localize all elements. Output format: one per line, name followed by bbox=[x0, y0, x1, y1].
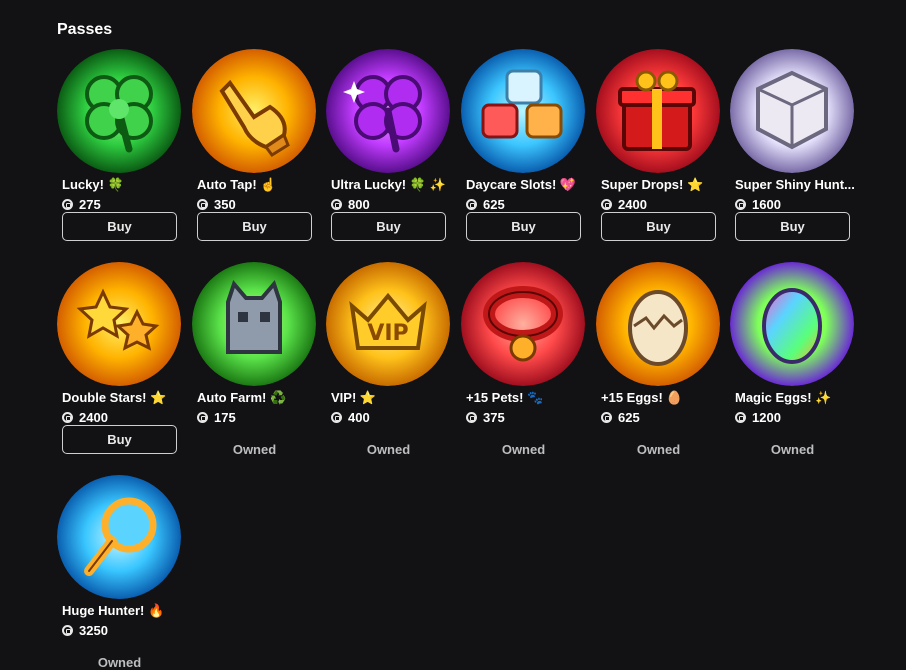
price-row: 400 bbox=[331, 409, 370, 425]
blocks-icon[interactable] bbox=[461, 49, 585, 173]
pass-name: Magic Eggs! ✨ bbox=[735, 390, 832, 405]
price-row: 1600 bbox=[735, 196, 781, 212]
pass-price: 400 bbox=[348, 409, 370, 425]
pass-name: Super Shiny Hunt... bbox=[735, 177, 855, 192]
pass-name: Auto Tap! ☝️ bbox=[197, 177, 277, 192]
pass-price: 175 bbox=[214, 409, 236, 425]
tap-hand-icon[interactable] bbox=[192, 49, 316, 173]
shiny-cube-icon[interactable] bbox=[730, 49, 854, 173]
pass-name: Auto Farm! ♻️ bbox=[197, 390, 287, 405]
price-row: 2400 bbox=[601, 196, 647, 212]
svg-text:VIP: VIP bbox=[367, 321, 408, 346]
robux-icon bbox=[601, 198, 612, 210]
price-row: 375 bbox=[466, 409, 505, 425]
buy-button[interactable]: Buy bbox=[601, 212, 716, 241]
gift-box-icon[interactable] bbox=[596, 49, 720, 173]
egg-icon[interactable] bbox=[596, 262, 720, 386]
double-stars-icon[interactable] bbox=[57, 262, 181, 386]
owned-label: Owned bbox=[636, 442, 681, 457]
vip-crown-icon[interactable]: VIP bbox=[326, 262, 450, 386]
pass-price: 2400 bbox=[79, 409, 108, 425]
price-row: 275 bbox=[62, 196, 101, 212]
pass-name: Lucky! 🍀 bbox=[62, 177, 124, 192]
pass-price: 375 bbox=[483, 409, 505, 425]
price-row: 2400 bbox=[62, 409, 108, 425]
owned-label: Owned bbox=[97, 655, 142, 670]
robux-icon bbox=[62, 198, 73, 210]
owned-label: Owned bbox=[770, 442, 815, 457]
cat-icon[interactable] bbox=[192, 262, 316, 386]
buy-button[interactable]: Buy bbox=[735, 212, 850, 241]
pass-name: Super Drops! ⭐ bbox=[601, 177, 704, 192]
price-row: 625 bbox=[466, 196, 505, 212]
buy-button[interactable]: Buy bbox=[62, 425, 177, 454]
price-row: 3250 bbox=[62, 622, 108, 638]
purple-clover-icon[interactable] bbox=[326, 49, 450, 173]
pass-name: Daycare Slots! 💖 bbox=[466, 177, 577, 192]
owned-label: Owned bbox=[232, 442, 277, 457]
pass-price: 1200 bbox=[752, 409, 781, 425]
price-row: 1200 bbox=[735, 409, 781, 425]
pass-price: 625 bbox=[618, 409, 640, 425]
magic-egg-icon[interactable] bbox=[730, 262, 854, 386]
pass-price: 3250 bbox=[79, 622, 108, 638]
pass-price: 1600 bbox=[752, 196, 781, 212]
passes-grid: Lucky! 🍀 275 Buy Auto Tap! ☝️ 350 Buy Ul… bbox=[0, 0, 906, 670]
pass-name: +15 Eggs! 🥚 bbox=[601, 390, 683, 405]
robux-icon bbox=[331, 411, 342, 423]
owned-label: Owned bbox=[501, 442, 546, 457]
robux-icon bbox=[601, 411, 612, 423]
price-row: 175 bbox=[197, 409, 236, 425]
robux-icon bbox=[735, 411, 746, 423]
pass-name: VIP! ⭐ bbox=[331, 390, 377, 405]
pass-name: Ultra Lucky! 🍀 ✨ bbox=[331, 177, 446, 192]
clover-icon[interactable] bbox=[57, 49, 181, 173]
buy-button[interactable]: Buy bbox=[331, 212, 446, 241]
pet-collar-icon[interactable] bbox=[461, 262, 585, 386]
robux-icon bbox=[197, 411, 208, 423]
robux-icon bbox=[62, 411, 73, 423]
buy-button[interactable]: Buy bbox=[466, 212, 581, 241]
pass-price: 350 bbox=[214, 196, 236, 212]
price-row: 625 bbox=[601, 409, 640, 425]
pass-price: 800 bbox=[348, 196, 370, 212]
robux-icon bbox=[466, 411, 477, 423]
buy-button[interactable]: Buy bbox=[197, 212, 312, 241]
robux-icon bbox=[331, 198, 342, 210]
price-row: 350 bbox=[197, 196, 236, 212]
buy-button[interactable]: Buy bbox=[62, 212, 177, 241]
pass-price: 275 bbox=[79, 196, 101, 212]
robux-icon bbox=[735, 198, 746, 210]
pass-name: Double Stars! ⭐ bbox=[62, 390, 167, 405]
robux-icon bbox=[62, 624, 73, 636]
magnifier-icon[interactable] bbox=[57, 475, 181, 599]
price-row: 800 bbox=[331, 196, 370, 212]
pass-price: 625 bbox=[483, 196, 505, 212]
robux-icon bbox=[197, 198, 208, 210]
pass-price: 2400 bbox=[618, 196, 647, 212]
pass-name: Huge Hunter! 🔥 bbox=[62, 603, 165, 618]
robux-icon bbox=[466, 198, 477, 210]
pass-name: +15 Pets! 🐾 bbox=[466, 390, 544, 405]
owned-label: Owned bbox=[366, 442, 411, 457]
